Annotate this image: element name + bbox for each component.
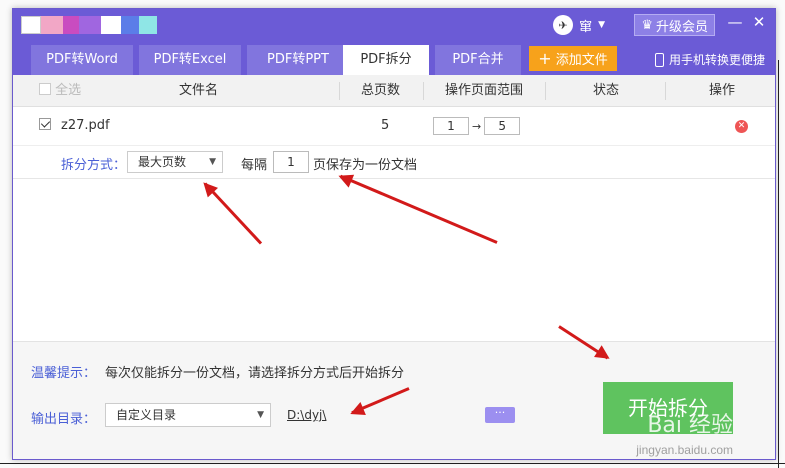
chevron-down-icon: ▼: [598, 20, 605, 30]
browse-button[interactable]: ···: [485, 407, 515, 423]
output-dir-label: 输出目录：: [31, 412, 97, 427]
save-as-doc-label: 页保存为一份文档: [313, 158, 418, 173]
doc-line: [0, 463, 785, 464]
row-page-range: 1 → 5: [433, 117, 521, 135]
split-method-select[interactable]: 最大页数 ▼: [127, 151, 223, 173]
crown-icon: ♛: [641, 17, 653, 33]
add-file-button[interactable]: + 添加文件: [529, 46, 617, 71]
col-page-range: 操作页面范围: [445, 83, 524, 98]
user-name: 窜: [579, 19, 593, 35]
row-total-pages: 5: [381, 118, 390, 133]
tip-text: 每次仅能拆分一份文档，请选择拆分方式后开始拆分: [105, 366, 405, 381]
doc-line: [778, 60, 779, 468]
output-dir-value: 自定义目录: [116, 408, 177, 422]
select-all[interactable]: 全选: [39, 75, 81, 107]
row-checkbox[interactable]: [39, 118, 51, 133]
close-button[interactable]: ✕: [749, 13, 769, 31]
every-label: 每隔: [241, 158, 268, 173]
output-path[interactable]: D:\dyj\: [287, 408, 326, 422]
tab-pdf-to-excel[interactable]: PDF转Excel: [139, 45, 241, 75]
chevron-down-icon: ▼: [257, 410, 264, 420]
add-file-label: 添加文件: [555, 53, 608, 68]
user-menu[interactable]: ✈ 窜 ▼: [553, 15, 605, 35]
phone-icon: [654, 52, 664, 67]
watermark-brand: Bai 经验: [647, 413, 733, 438]
tab-pdf-split[interactable]: PDF拆分: [343, 45, 429, 75]
app-logo: [21, 16, 161, 34]
minimize-button[interactable]: —: [725, 13, 745, 31]
tab-pdf-to-ppt[interactable]: PDF转PPT: [247, 45, 349, 75]
chevron-down-icon: ▼: [209, 157, 216, 167]
tab-pdf-merge[interactable]: PDF合并: [435, 45, 521, 75]
plus-icon: +: [538, 49, 552, 68]
output-dir-select[interactable]: 自定义目录 ▼: [105, 403, 271, 427]
select-all-label: 全选: [55, 83, 82, 98]
col-status: 状态: [593, 83, 620, 98]
table-row: z27.pdf 5 1 → 5 ✕: [13, 109, 775, 145]
upgrade-vip-button[interactable]: ♛ 升级会员: [634, 14, 715, 36]
title-bar: ✈ 窜 ▼ ♛ 升级会员 — ✕: [13, 9, 775, 41]
bottom-panel: 温馨提示： 每次仅能拆分一份文档，请选择拆分方式后开始拆分 输出目录： 自定义目…: [13, 341, 775, 459]
range-to-input[interactable]: 5: [484, 117, 521, 135]
pdf-converter-window: ✈ 窜 ▼ ♛ 升级会员 — ✕ PDF转Word PDF转Excel PDF转…: [12, 8, 776, 460]
range-from-input[interactable]: 1: [433, 117, 469, 135]
annotation-arrow: [203, 182, 263, 245]
table-header: 全选 文件名 总页数 操作页面范围 状态 操作: [13, 75, 775, 107]
vip-label: 升级会员: [655, 19, 708, 35]
watermark-url: jingyan.baidu.com: [636, 443, 733, 457]
split-method-value: 最大页数: [138, 155, 187, 169]
annotation-arrow: [339, 174, 498, 244]
row-filename: z27.pdf: [61, 118, 110, 133]
delete-icon[interactable]: ✕: [735, 120, 748, 133]
tab-bar: PDF转Word PDF转Excel PDF转PPT PDF拆分 PDF合并 +…: [13, 41, 775, 75]
tab-pdf-to-word[interactable]: PDF转Word: [31, 45, 133, 75]
split-method-label: 拆分方式：: [61, 158, 127, 173]
col-action: 操作: [709, 83, 736, 98]
mobile-convert-label: 用手机转换更便捷: [668, 53, 765, 67]
range-arrow-icon: →: [472, 119, 482, 133]
col-filename: 文件名: [179, 83, 219, 98]
avatar: ✈: [553, 15, 574, 35]
split-options: 拆分方式： 最大页数 ▼ 每隔 1 页保存为一份文档: [13, 145, 775, 179]
col-total-pages: 总页数: [361, 83, 401, 98]
mobile-convert-link[interactable]: 用手机转换更便捷: [654, 51, 765, 68]
tip-label: 温馨提示：: [31, 366, 97, 381]
every-pages-input[interactable]: 1: [273, 151, 309, 173]
select-all-checkbox[interactable]: [39, 83, 51, 95]
